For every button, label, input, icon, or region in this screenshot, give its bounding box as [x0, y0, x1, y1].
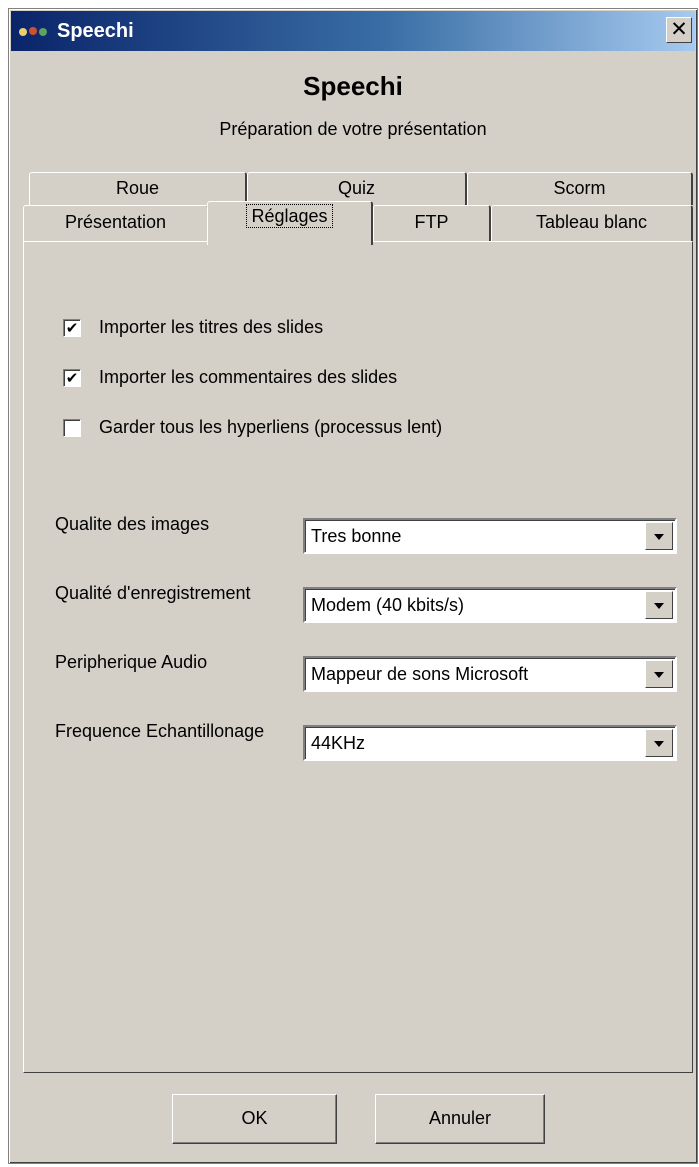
- tab-ftp[interactable]: FTP: [373, 205, 491, 241]
- image-quality-select[interactable]: Tres bonne: [303, 518, 677, 554]
- keep-hyperlinks-label: Garder tous les hyperliens (processus le…: [99, 417, 443, 437]
- dialog-heading: Speechi: [303, 71, 403, 101]
- speechi-app-icon: [19, 27, 47, 36]
- audio-device-label: Peripherique Audio: [55, 652, 208, 672]
- audio-device-value: Mappeur de sons Microsoft: [311, 664, 529, 684]
- ok-button[interactable]: OK: [172, 1094, 337, 1144]
- sample-rate-select[interactable]: 44KHz: [303, 725, 677, 761]
- dialog-subheading: Préparation de votre présentation: [219, 119, 487, 139]
- tab-presentation[interactable]: Présentation: [23, 205, 209, 241]
- tab-reglages-label: Réglages: [246, 204, 333, 228]
- tab-tableau-blanc[interactable]: Tableau blanc: [491, 205, 693, 241]
- import-titles-checkbox[interactable]: ✔: [63, 319, 81, 337]
- import-comments-label: Importer les commentaires des slides: [99, 367, 398, 387]
- tab-reglages[interactable]: Réglages: [207, 201, 373, 245]
- tab-scorm[interactable]: Scorm: [467, 172, 693, 205]
- dropdown-arrow-icon[interactable]: [645, 591, 673, 619]
- window-title: Speechi: [57, 20, 134, 42]
- sample-rate-value: 44KHz: [311, 733, 366, 753]
- import-comments-checkbox[interactable]: ✔: [63, 369, 81, 387]
- dropdown-arrow-icon[interactable]: [645, 729, 673, 757]
- dropdown-arrow-icon[interactable]: [645, 660, 673, 688]
- dialog-window: Speechi ✕ Speechi Préparation de votre p…: [8, 8, 698, 1164]
- recording-quality-value: Modem (40 kbits/s): [311, 595, 465, 615]
- keep-hyperlinks-checkbox[interactable]: [63, 419, 81, 437]
- title-bar[interactable]: Speechi ✕: [11, 11, 695, 51]
- image-quality-label: Qualite des images: [55, 514, 210, 534]
- audio-device-select[interactable]: Mappeur de sons Microsoft: [303, 656, 677, 692]
- recording-quality-select[interactable]: Modem (40 kbits/s): [303, 587, 677, 623]
- recording-quality-label: Qualité d'enregistrement: [55, 583, 251, 603]
- import-titles-label: Importer les titres des slides: [99, 317, 324, 337]
- cancel-button[interactable]: Annuler: [375, 1094, 545, 1144]
- dropdown-arrow-icon[interactable]: [645, 522, 673, 550]
- close-icon[interactable]: ✕: [666, 17, 692, 43]
- image-quality-value: Tres bonne: [311, 526, 402, 546]
- sample-rate-label: Frequence Echantillonage: [55, 721, 265, 741]
